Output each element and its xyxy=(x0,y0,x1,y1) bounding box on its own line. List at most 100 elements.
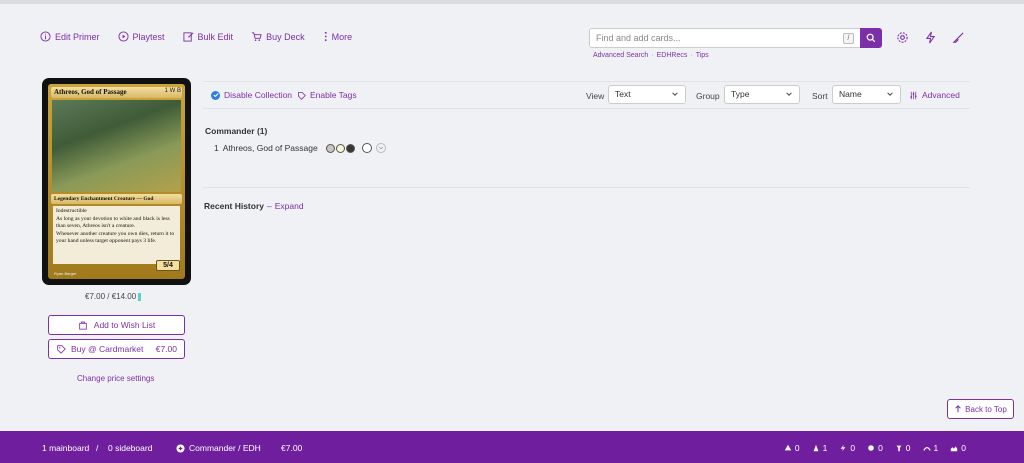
brush-icon[interactable] xyxy=(952,31,965,44)
stat-item: 0 xyxy=(784,443,800,453)
search-icon xyxy=(866,33,876,43)
cart-icon xyxy=(251,32,262,41)
card-type-line: Legendary Enchantment Creature — God xyxy=(51,194,182,204)
playtest-label: Playtest xyxy=(132,31,165,42)
play-icon xyxy=(117,31,129,42)
white-mana-icon xyxy=(335,143,345,153)
tag-icon xyxy=(57,345,66,354)
back-to-top-label: Back to Top xyxy=(965,404,1007,414)
edit-icon xyxy=(182,32,194,42)
generic-mana-icon xyxy=(325,143,335,153)
price-indicator xyxy=(138,292,142,301)
buy-cardmarket-label: Buy @ Cardmarket xyxy=(71,344,144,354)
buy-deck-button[interactable]: Buy Deck xyxy=(251,31,305,42)
card-mana-cost: 1 W B xyxy=(164,88,181,94)
stat-value: 0 xyxy=(850,443,856,453)
bulk-edit-button[interactable]: Bulk Edit xyxy=(182,31,234,42)
sideboard-count[interactable]: 0 sideboard xyxy=(108,443,152,453)
recent-history: Recent History – Expand xyxy=(204,201,304,211)
card-power-toughness: 5/4 xyxy=(156,260,180,271)
arrow-up-icon xyxy=(955,405,961,413)
bulk-edit-label: Bulk Edit xyxy=(197,31,234,42)
stat-item: 0 xyxy=(839,443,855,453)
artifact-icon xyxy=(896,445,902,452)
card-row-name[interactable]: Athreos, God of Passage xyxy=(223,143,318,153)
search-button[interactable] xyxy=(860,28,882,48)
deck-card-row[interactable]: 1 Athreos, God of Passage xyxy=(214,143,386,153)
search-placeholder: Find and add cards... xyxy=(596,33,681,43)
board-divider: / xyxy=(96,443,99,453)
stat-item: 0 xyxy=(950,443,966,453)
expand-link[interactable]: Expand xyxy=(275,201,304,211)
status-circle-icon[interactable] xyxy=(361,143,372,153)
sorcery-icon xyxy=(868,445,874,451)
change-price-settings-link[interactable]: Change price settings xyxy=(77,374,154,383)
edit-primer-button[interactable]: Edit Primer xyxy=(40,31,100,42)
enchantment-icon xyxy=(922,447,931,451)
disable-collection-toggle[interactable]: Disable Collection xyxy=(211,90,292,100)
card-rule: As long as your devotion to white and bl… xyxy=(56,216,170,229)
chevron-down-icon[interactable] xyxy=(375,143,386,153)
recent-history-title: Recent History xyxy=(204,201,264,211)
card-price-text: €7.00 / €14.00 xyxy=(85,292,137,301)
more-label: More xyxy=(331,31,353,42)
tips-link[interactable]: Tips xyxy=(696,52,709,59)
gear-icon[interactable] xyxy=(896,31,909,44)
deck-controls-bar: Disable Collection Enable Tags View Text… xyxy=(203,81,970,109)
add-to-wish-list-button[interactable]: Add to Wish List xyxy=(48,315,185,335)
buy-cardmarket-button[interactable]: Buy @ Cardmarket €7.00 xyxy=(48,339,185,359)
stat-item: 0 xyxy=(895,443,911,453)
format-label[interactable]: Commander / EDH xyxy=(176,443,261,453)
divider xyxy=(203,187,970,188)
stat-item: 1 xyxy=(812,443,828,453)
card-price: €7.00 / €14.00 xyxy=(85,292,142,301)
stat-value: 1 xyxy=(822,443,828,453)
search-input[interactable]: Find and add cards... / xyxy=(589,28,861,48)
card-image[interactable]: Athreos, God of Passage 1 W B Legendary … xyxy=(42,78,191,285)
format-icon xyxy=(176,443,185,453)
deck-toolbar: Edit Primer Playtest Bulk Edit Buy Deck … xyxy=(40,31,370,42)
sort-value: Name xyxy=(839,89,862,99)
shortcut-key: / xyxy=(843,33,854,44)
playtest-button[interactable]: Playtest xyxy=(117,31,165,42)
deck-footer: 1 mainboard / 0 sideboard Commander / ED… xyxy=(0,431,1024,463)
top-strip xyxy=(0,0,1024,4)
mainboard-count[interactable]: 1 mainboard xyxy=(42,443,89,453)
disable-collection-label: Disable Collection xyxy=(224,90,293,100)
enable-tags-label: Enable Tags xyxy=(310,90,357,100)
group-value: Type xyxy=(731,89,750,99)
enable-tags-toggle[interactable]: Enable Tags xyxy=(297,90,357,100)
sort-label: Sort xyxy=(812,91,828,101)
info-icon xyxy=(40,31,51,42)
sort-select[interactable]: Name xyxy=(832,85,901,104)
advanced-label: Advanced xyxy=(922,90,960,100)
stat-value: 0 xyxy=(905,443,911,453)
sliders-icon xyxy=(910,91,917,99)
buy-cardmarket-price: €7.00 xyxy=(155,344,177,354)
chevron-down-icon xyxy=(786,92,792,96)
stat-value: 0 xyxy=(961,443,966,453)
card-frame: Athreos, God of Passage 1 W B Legendary … xyxy=(48,84,185,279)
check-icon xyxy=(211,90,220,100)
land-icon xyxy=(784,444,792,451)
card-rule: Whenever another creature you own dies, … xyxy=(56,231,175,244)
stat-value: 0 xyxy=(878,443,883,453)
type-stats: 0 1 0 0 0 1 0 xyxy=(784,443,966,453)
group-select[interactable]: Type xyxy=(724,85,800,104)
commander-section-title: Commander (1) xyxy=(205,126,268,136)
back-to-top-button[interactable]: Back to Top xyxy=(947,399,1014,419)
instant-icon xyxy=(840,444,846,452)
card-rule: Indestructible xyxy=(56,208,87,214)
edhrecs-link[interactable]: EDHRecs xyxy=(657,52,688,59)
more-button[interactable]: More xyxy=(323,31,353,42)
creature-icon xyxy=(813,444,818,452)
planeswalker-icon xyxy=(951,446,958,452)
advanced-search-link[interactable]: Advanced Search xyxy=(593,52,648,59)
card-artist: Ryan Barger xyxy=(54,271,77,276)
lightning-icon[interactable] xyxy=(924,31,937,44)
bag-icon xyxy=(79,321,87,330)
edit-primer-label: Edit Primer xyxy=(55,31,100,42)
view-value: Text xyxy=(615,89,631,99)
view-select[interactable]: Text xyxy=(608,85,686,104)
advanced-button[interactable]: Advanced xyxy=(909,90,960,100)
